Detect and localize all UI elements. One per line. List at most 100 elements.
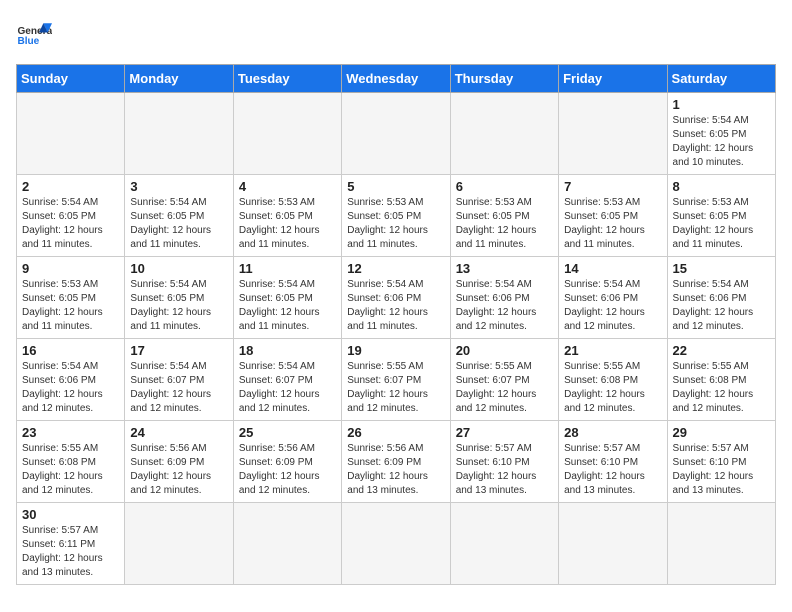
logo-icon: General Blue — [16, 16, 52, 52]
day-info: Sunrise: 5:55 AM Sunset: 6:08 PM Dayligh… — [564, 360, 661, 416]
day-info: Sunrise: 5:54 AM Sunset: 6:05 PM Dayligh… — [673, 114, 770, 170]
calendar-cell: 14 Sunrise: 5:54 AM Sunset: 6:06 PM Dayli… — [559, 257, 667, 339]
calendar-cell: 9 Sunrise: 5:53 AM Sunset: 6:05 PM Daylig… — [17, 257, 125, 339]
calendar-cell: 17 Sunrise: 5:54 AM Sunset: 6:07 PM Dayli… — [125, 339, 233, 421]
calendar-cell: 10 Sunrise: 5:54 AM Sunset: 6:05 PM Dayli… — [125, 257, 233, 339]
day-number: 18 — [239, 343, 336, 358]
logo: General Blue — [16, 16, 52, 52]
day-number: 2 — [22, 179, 119, 194]
day-number: 10 — [130, 261, 227, 276]
day-number: 4 — [239, 179, 336, 194]
calendar-cell — [125, 93, 233, 175]
day-number: 19 — [347, 343, 444, 358]
day-info: Sunrise: 5:55 AM Sunset: 6:07 PM Dayligh… — [456, 360, 553, 416]
weekday-header-saturday: Saturday — [667, 65, 775, 93]
day-info: Sunrise: 5:53 AM Sunset: 6:05 PM Dayligh… — [347, 196, 444, 252]
day-number: 16 — [22, 343, 119, 358]
calendar-cell: 23 Sunrise: 5:55 AM Sunset: 6:08 PM Dayli… — [17, 421, 125, 503]
calendar-cell: 6 Sunrise: 5:53 AM Sunset: 6:05 PM Daylig… — [450, 175, 558, 257]
weekday-header-monday: Monday — [125, 65, 233, 93]
day-number: 29 — [673, 425, 770, 440]
calendar-cell: 4 Sunrise: 5:53 AM Sunset: 6:05 PM Daylig… — [233, 175, 341, 257]
calendar-cell: 1Sunrise: 5:54 AM Sunset: 6:05 PM Daylig… — [667, 93, 775, 175]
day-number: 23 — [22, 425, 119, 440]
calendar-cell — [233, 503, 341, 585]
day-info: Sunrise: 5:54 AM Sunset: 6:05 PM Dayligh… — [22, 196, 119, 252]
day-number: 6 — [456, 179, 553, 194]
weekday-header-sunday: Sunday — [17, 65, 125, 93]
day-info: Sunrise: 5:54 AM Sunset: 6:06 PM Dayligh… — [564, 278, 661, 334]
day-info: Sunrise: 5:56 AM Sunset: 6:09 PM Dayligh… — [130, 442, 227, 498]
calendar-cell: 25 Sunrise: 5:56 AM Sunset: 6:09 PM Dayli… — [233, 421, 341, 503]
calendar-cell: 3Sunrise: 5:54 AM Sunset: 6:05 PM Daylig… — [125, 175, 233, 257]
day-info: Sunrise: 5:55 AM Sunset: 6:08 PM Dayligh… — [673, 360, 770, 416]
day-number: 30 — [22, 507, 119, 522]
calendar-cell — [17, 93, 125, 175]
day-info: Sunrise: 5:53 AM Sunset: 6:05 PM Dayligh… — [564, 196, 661, 252]
day-info: Sunrise: 5:55 AM Sunset: 6:07 PM Dayligh… — [347, 360, 444, 416]
day-info: Sunrise: 5:55 AM Sunset: 6:08 PM Dayligh… — [22, 442, 119, 498]
day-info: Sunrise: 5:53 AM Sunset: 6:05 PM Dayligh… — [239, 196, 336, 252]
calendar-cell — [667, 503, 775, 585]
calendar-cell — [342, 503, 450, 585]
calendar-cell: 28Sunrise: 5:57 AM Sunset: 6:10 PM Dayli… — [559, 421, 667, 503]
day-info: Sunrise: 5:53 AM Sunset: 6:05 PM Dayligh… — [456, 196, 553, 252]
day-number: 9 — [22, 261, 119, 276]
day-info: Sunrise: 5:54 AM Sunset: 6:07 PM Dayligh… — [130, 360, 227, 416]
svg-text:Blue: Blue — [17, 36, 39, 47]
day-number: 24 — [130, 425, 227, 440]
weekday-header-friday: Friday — [559, 65, 667, 93]
day-info: Sunrise: 5:57 AM Sunset: 6:11 PM Dayligh… — [22, 524, 119, 580]
calendar-cell: 16 Sunrise: 5:54 AM Sunset: 6:06 PM Dayli… — [17, 339, 125, 421]
calendar-cell: 21 Sunrise: 5:55 AM Sunset: 6:08 PM Dayli… — [559, 339, 667, 421]
calendar-cell — [233, 93, 341, 175]
day-number: 28 — [564, 425, 661, 440]
calendar-cell: 20 Sunrise: 5:55 AM Sunset: 6:07 PM Dayli… — [450, 339, 558, 421]
calendar-cell: 27Sunrise: 5:57 AM Sunset: 6:10 PM Dayli… — [450, 421, 558, 503]
calendar-cell — [125, 503, 233, 585]
day-info: Sunrise: 5:57 AM Sunset: 6:10 PM Dayligh… — [673, 442, 770, 498]
calendar-cell — [450, 93, 558, 175]
calendar-cell: 12Sunrise: 5:54 AM Sunset: 6:06 PM Dayli… — [342, 257, 450, 339]
calendar-cell: 13Sunrise: 5:54 AM Sunset: 6:06 PM Dayli… — [450, 257, 558, 339]
calendar-cell: 18 Sunrise: 5:54 AM Sunset: 6:07 PM Dayli… — [233, 339, 341, 421]
calendar-cell: 11 Sunrise: 5:54 AM Sunset: 6:05 PM Dayli… — [233, 257, 341, 339]
day-info: Sunrise: 5:56 AM Sunset: 6:09 PM Dayligh… — [239, 442, 336, 498]
day-info: Sunrise: 5:54 AM Sunset: 6:06 PM Dayligh… — [673, 278, 770, 334]
day-number: 20 — [456, 343, 553, 358]
calendar-cell: 24 Sunrise: 5:56 AM Sunset: 6:09 PM Dayli… — [125, 421, 233, 503]
day-number: 21 — [564, 343, 661, 358]
page-header: General Blue — [16, 16, 776, 52]
day-info: Sunrise: 5:53 AM Sunset: 6:05 PM Dayligh… — [673, 196, 770, 252]
weekday-header-thursday: Thursday — [450, 65, 558, 93]
day-number: 5 — [347, 179, 444, 194]
calendar-cell: 15Sunrise: 5:54 AM Sunset: 6:06 PM Dayli… — [667, 257, 775, 339]
day-number: 22 — [673, 343, 770, 358]
calendar-cell — [450, 503, 558, 585]
calendar-cell: 2 Sunrise: 5:54 AM Sunset: 6:05 PM Daylig… — [17, 175, 125, 257]
calendar-cell: 7Sunrise: 5:53 AM Sunset: 6:05 PM Daylig… — [559, 175, 667, 257]
day-info: Sunrise: 5:54 AM Sunset: 6:06 PM Dayligh… — [347, 278, 444, 334]
day-number: 27 — [456, 425, 553, 440]
day-info: Sunrise: 5:54 AM Sunset: 6:05 PM Dayligh… — [130, 196, 227, 252]
calendar-table: SundayMondayTuesdayWednesdayThursdayFrid… — [16, 64, 776, 585]
day-number: 26 — [347, 425, 444, 440]
day-info: Sunrise: 5:53 AM Sunset: 6:05 PM Dayligh… — [22, 278, 119, 334]
day-number: 25 — [239, 425, 336, 440]
day-info: Sunrise: 5:54 AM Sunset: 6:07 PM Dayligh… — [239, 360, 336, 416]
calendar-cell: 29 Sunrise: 5:57 AM Sunset: 6:10 PM Dayli… — [667, 421, 775, 503]
day-number: 17 — [130, 343, 227, 358]
calendar-cell: 26Sunrise: 5:56 AM Sunset: 6:09 PM Dayli… — [342, 421, 450, 503]
day-number: 11 — [239, 261, 336, 276]
day-info: Sunrise: 5:54 AM Sunset: 6:05 PM Dayligh… — [239, 278, 336, 334]
calendar-cell: 30 Sunrise: 5:57 AM Sunset: 6:11 PM Dayli… — [17, 503, 125, 585]
day-info: Sunrise: 5:54 AM Sunset: 6:05 PM Dayligh… — [130, 278, 227, 334]
day-number: 13 — [456, 261, 553, 276]
calendar-cell — [559, 503, 667, 585]
day-info: Sunrise: 5:54 AM Sunset: 6:06 PM Dayligh… — [22, 360, 119, 416]
calendar-cell: 5 Sunrise: 5:53 AM Sunset: 6:05 PM Daylig… — [342, 175, 450, 257]
calendar-cell: 19 Sunrise: 5:55 AM Sunset: 6:07 PM Dayli… — [342, 339, 450, 421]
day-number: 14 — [564, 261, 661, 276]
calendar-cell — [559, 93, 667, 175]
weekday-header-tuesday: Tuesday — [233, 65, 341, 93]
